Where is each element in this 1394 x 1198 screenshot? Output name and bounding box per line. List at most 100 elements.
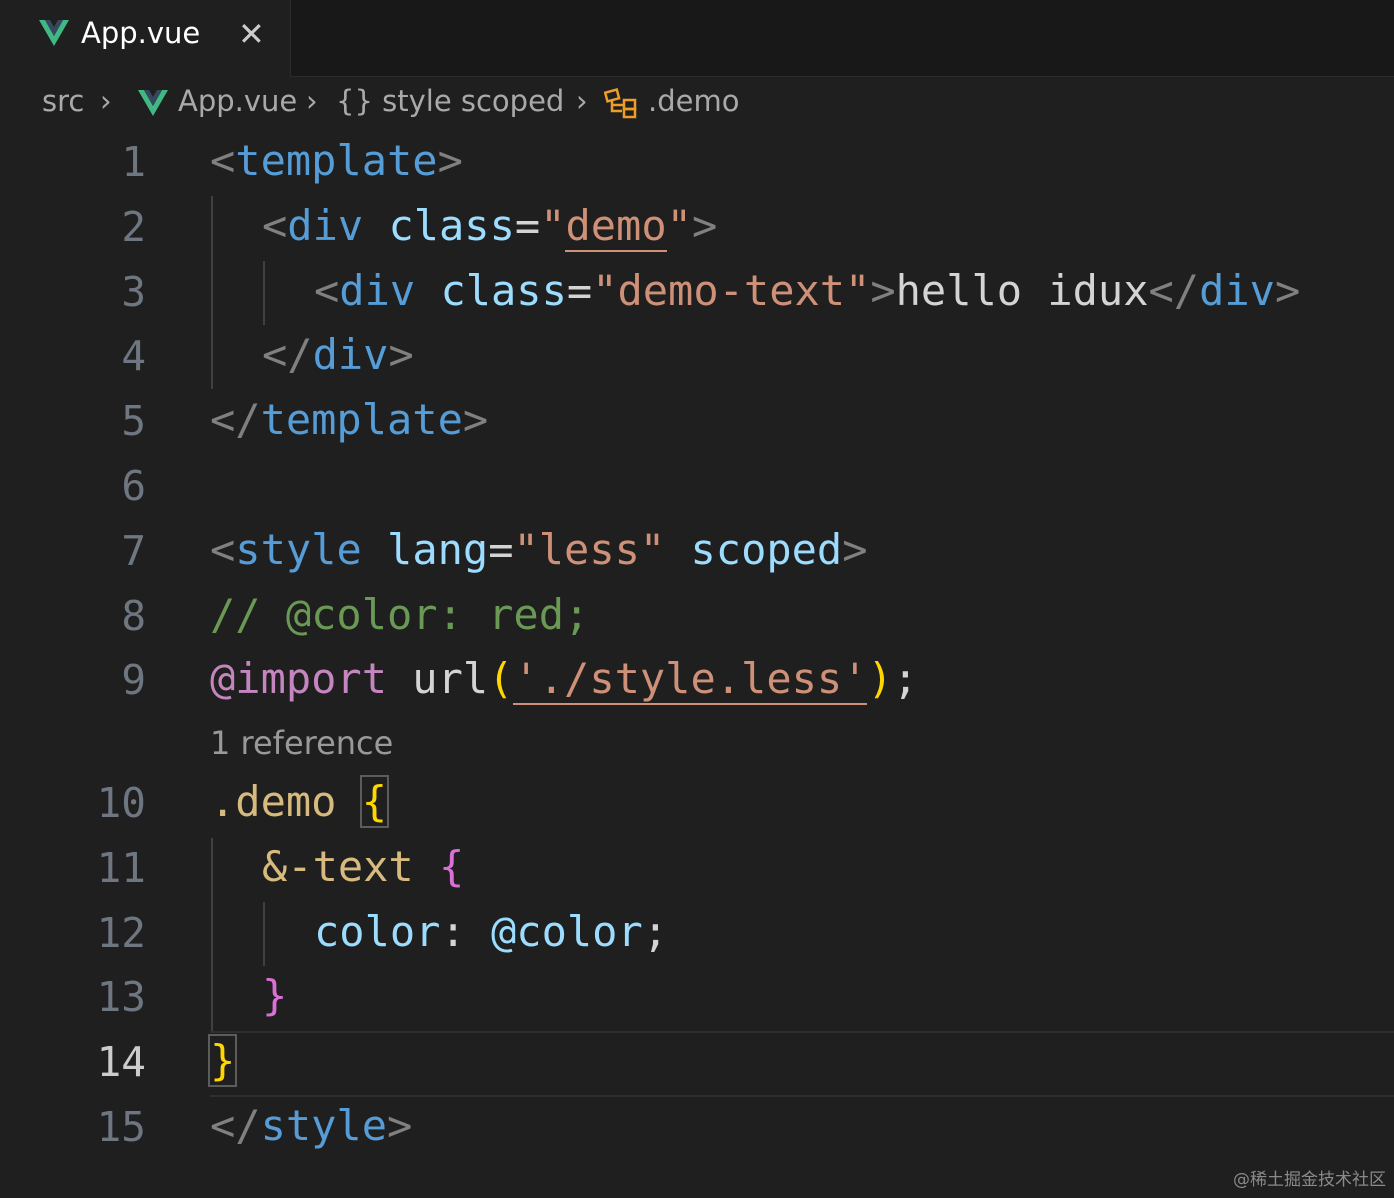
breadcrumb-item-app-vue[interactable]: App.vue (178, 84, 297, 118)
token: ) (867, 654, 893, 703)
tab-label: App.vue (81, 16, 201, 50)
chevron-right-icon: › (100, 84, 112, 118)
indent-guide (263, 902, 265, 966)
token: template (235, 136, 438, 185)
chevron-right-icon: › (306, 84, 318, 118)
code-line-10: .demo { (210, 775, 390, 828)
code-line-12: color: @color; (314, 907, 668, 956)
token: &-text (262, 842, 414, 891)
token: @import (210, 654, 388, 703)
line-number: 10 (96, 779, 146, 827)
line-number: 9 (121, 656, 146, 704)
token: > (842, 525, 868, 574)
token: " (540, 201, 566, 250)
line-number-active: 14 (96, 1038, 146, 1086)
token: : (440, 907, 492, 956)
line-number: 11 (96, 844, 146, 892)
token: " (666, 201, 692, 250)
token: "demo-text" (592, 266, 871, 315)
token: ( (488, 654, 514, 703)
token: './style.less' (513, 654, 868, 705)
token: @color (491, 907, 643, 956)
token: > (388, 330, 414, 379)
code-line-4: </div> (262, 330, 414, 379)
codelens-references[interactable]: 1 reference (210, 724, 393, 762)
indent-guide (211, 838, 213, 1031)
token: div (1199, 266, 1275, 315)
token: ; (892, 654, 919, 703)
token: div (339, 266, 416, 315)
bracket-match: } (207, 1034, 238, 1087)
token: class (388, 201, 515, 250)
chevron-right-icon: › (576, 84, 588, 118)
token: ; (642, 907, 669, 956)
tab-bar: App.vue ✕ (0, 0, 1394, 77)
breadcrumb-item-demo[interactable]: .demo (648, 84, 739, 118)
token: </ (210, 395, 261, 444)
tab-app-vue[interactable]: App.vue ✕ (0, 0, 291, 77)
indent-guide (211, 196, 213, 389)
code-line-1: <template> (210, 136, 463, 185)
token: template (260, 395, 463, 444)
line-number: 1 (121, 138, 146, 186)
code-line-14: } (207, 1034, 238, 1087)
line-number: 7 (121, 527, 146, 575)
token: style (235, 525, 362, 574)
line-number: 12 (96, 909, 146, 957)
token: demo (565, 201, 667, 252)
token: url (387, 654, 489, 703)
token: .demo (210, 777, 337, 826)
token: = (488, 525, 514, 574)
line-number: 2 (121, 203, 146, 251)
breadcrumb-item-src[interactable]: src (42, 84, 84, 118)
token: "less" (513, 525, 666, 574)
code-line-3: <div class="demo-text">hello idux</div> (314, 266, 1300, 315)
line-number: 3 (121, 268, 146, 316)
token: { (439, 842, 465, 891)
line-number: 5 (121, 397, 146, 445)
breadcrumb: src › App.vue › {} style scoped › .demo (0, 80, 1394, 130)
token: lang (387, 525, 489, 574)
code-line-8: // @color: red; (210, 590, 590, 639)
code-line-13: } (262, 971, 288, 1020)
code-line-2: <div class="demo"> (262, 201, 718, 252)
code-line-11: &-text { (262, 842, 464, 891)
token: style (260, 1101, 388, 1150)
token: </ (1148, 266, 1200, 315)
token: > (1274, 266, 1301, 315)
breadcrumb-item-style-scoped[interactable]: {} style scoped (336, 84, 564, 118)
code-line-9: @import url('./style.less'); (210, 654, 919, 705)
token: scoped (690, 525, 843, 574)
code-line-5: </template> (210, 395, 488, 444)
vue-icon (39, 20, 69, 46)
line-number: 6 (121, 462, 146, 510)
token: > (691, 201, 718, 250)
token: > (387, 1101, 413, 1150)
token: < (210, 525, 236, 574)
token: </ (210, 1101, 261, 1150)
line-number: 13 (96, 973, 146, 1021)
line-number: 8 (121, 592, 146, 640)
token: div (287, 201, 364, 250)
vue-icon (138, 90, 168, 116)
watermark: @稀土掘金技术社区 (1233, 1170, 1386, 1190)
token: div (312, 330, 389, 379)
token: < (314, 266, 340, 315)
token: = (566, 266, 593, 315)
token: > (462, 395, 489, 444)
token: class (440, 266, 567, 315)
line-number: 15 (96, 1103, 146, 1151)
code-line-15: </style> (210, 1101, 412, 1150)
line-number: 4 (121, 332, 146, 380)
token: < (262, 201, 288, 250)
close-icon[interactable]: ✕ (238, 14, 265, 54)
indent-guide (263, 261, 265, 325)
code-line-7: <style lang="less" scoped> (210, 525, 868, 574)
token: > (437, 136, 463, 185)
token: </ (262, 330, 313, 379)
token: < (210, 136, 236, 185)
